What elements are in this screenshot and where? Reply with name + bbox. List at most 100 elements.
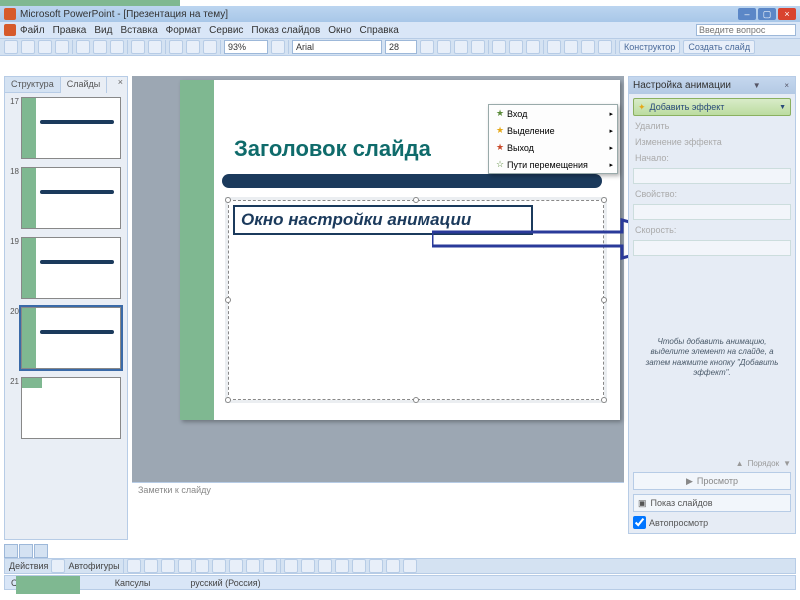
slide-body-placeholder[interactable]: Окно настройки анимации: [228, 200, 604, 400]
task-pane-dropdown-icon[interactable]: ▼: [751, 81, 763, 90]
slide-thumbnail[interactable]: [21, 97, 121, 159]
new-slide-button[interactable]: Создать слайд: [683, 40, 755, 54]
align-right-button[interactable]: [526, 40, 540, 54]
select-tool[interactable]: [51, 559, 65, 573]
shadow-button[interactable]: [471, 40, 485, 54]
slideshow-view-button[interactable]: [34, 544, 48, 558]
normal-view-button[interactable]: [4, 544, 18, 558]
picture-tool[interactable]: [263, 559, 277, 573]
font-color-button[interactable]: [598, 40, 612, 54]
slideshow-button[interactable]: ▣Показ слайдов: [633, 494, 791, 512]
window-maximize-button[interactable]: ▢: [758, 8, 776, 20]
help-button[interactable]: [271, 40, 285, 54]
slide-title[interactable]: Заголовок слайда: [234, 136, 431, 162]
cut-button[interactable]: [76, 40, 90, 54]
menu-slideshow[interactable]: Показ слайдов: [251, 25, 320, 36]
app-icon-small: [4, 24, 16, 36]
menu-format[interactable]: Формат: [166, 25, 202, 36]
task-pane-close-icon[interactable]: ×: [782, 81, 791, 90]
window-minimize-button[interactable]: –: [738, 8, 756, 20]
menu-tools[interactable]: Сервис: [209, 25, 243, 36]
tab-slides[interactable]: Слайды: [61, 77, 108, 93]
line-color-tool[interactable]: [301, 559, 315, 573]
zoom-combo[interactable]: 93%: [224, 40, 268, 54]
view-mode-bar: [4, 544, 64, 558]
menu-edit[interactable]: Правка: [53, 25, 87, 36]
task-pane-header[interactable]: Настройка анимации ▼ ×: [629, 77, 795, 94]
autoshapes-menu[interactable]: Автофигуры: [68, 561, 119, 571]
menu-help[interactable]: Справка: [360, 25, 399, 36]
body-text-frame[interactable]: Окно настройки анимации: [233, 205, 533, 235]
autopreview-checkbox[interactable]: Автопросмотр: [633, 516, 791, 529]
status-language: русский (Россия): [190, 578, 260, 588]
slide-thumbnail[interactable]: [21, 307, 121, 369]
arrow-tool[interactable]: [144, 559, 158, 573]
italic-button[interactable]: [437, 40, 451, 54]
oval-tool[interactable]: [178, 559, 192, 573]
textbox-tool[interactable]: [195, 559, 209, 573]
slide-thumbnail[interactable]: [21, 377, 121, 439]
redo-button[interactable]: [148, 40, 162, 54]
menu-window[interactable]: Окно: [328, 25, 351, 36]
new-button[interactable]: [4, 40, 18, 54]
bullets-button[interactable]: [547, 40, 561, 54]
designer-button[interactable]: Конструктор: [619, 40, 680, 54]
arrow-style-tool[interactable]: [369, 559, 383, 573]
dash-style-tool[interactable]: [352, 559, 366, 573]
play-button[interactable]: ▶ Просмотр: [633, 472, 791, 490]
open-button[interactable]: [21, 40, 35, 54]
effect-entrance-item[interactable]: ★Вход▸: [489, 105, 617, 122]
align-left-button[interactable]: [492, 40, 506, 54]
status-theme: Капсулы: [115, 578, 151, 588]
shadow-style-tool[interactable]: [386, 559, 400, 573]
effect-exit-item[interactable]: ★Выход▸: [489, 139, 617, 156]
diagram-tool[interactable]: [229, 559, 243, 573]
actions-menu[interactable]: Действия: [9, 561, 48, 571]
slide-thumbnail[interactable]: [21, 167, 121, 229]
menu-insert[interactable]: Вставка: [120, 25, 157, 36]
print-button[interactable]: [55, 40, 69, 54]
chart-button[interactable]: [186, 40, 200, 54]
slide-accent-strip: [180, 80, 214, 420]
slide-divider-shape[interactable]: [222, 174, 602, 188]
tab-outline[interactable]: Структура: [5, 77, 61, 93]
status-bar: Слайд 20 из 21 Капсулы русский (Россия): [4, 575, 796, 590]
underline-button[interactable]: [454, 40, 468, 54]
font-size-combo[interactable]: 28: [385, 40, 417, 54]
line-style-tool[interactable]: [335, 559, 349, 573]
slide-thumbnail[interactable]: [21, 237, 121, 299]
menu-file[interactable]: Файл: [20, 25, 45, 36]
thumb-number: 17: [7, 97, 21, 159]
bold-button[interactable]: [420, 40, 434, 54]
undo-button[interactable]: [131, 40, 145, 54]
speed-label: Скорость:: [633, 224, 791, 236]
line-tool[interactable]: [127, 559, 141, 573]
increase-font-button[interactable]: [564, 40, 578, 54]
rectangle-tool[interactable]: [161, 559, 175, 573]
font-color-tool[interactable]: [318, 559, 332, 573]
help-question-input[interactable]: [696, 24, 796, 36]
window-close-button[interactable]: ×: [778, 8, 796, 20]
3d-style-tool[interactable]: [403, 559, 417, 573]
menu-view[interactable]: Вид: [94, 25, 112, 36]
notes-pane[interactable]: Заметки к слайду: [132, 482, 624, 506]
align-center-button[interactable]: [509, 40, 523, 54]
sorter-view-button[interactable]: [19, 544, 33, 558]
hyperlink-button[interactable]: [203, 40, 217, 54]
copy-button[interactable]: [93, 40, 107, 54]
effect-emphasis-item[interactable]: ★Выделение▸: [489, 122, 617, 139]
wordart-tool[interactable]: [212, 559, 226, 573]
remove-effect-button: Удалить: [633, 120, 791, 132]
effect-motion-item[interactable]: ☆Пути перемещения▸: [489, 156, 617, 173]
paste-button[interactable]: [110, 40, 124, 54]
decrease-font-button[interactable]: [581, 40, 595, 54]
task-pane-title: Настройка анимации: [633, 80, 731, 91]
add-effect-button[interactable]: ✦Добавить эффект▼: [633, 98, 791, 116]
clipart-tool[interactable]: [246, 559, 260, 573]
fill-color-tool[interactable]: [284, 559, 298, 573]
close-panel-button[interactable]: ×: [114, 77, 127, 93]
thumb-number: 20: [7, 307, 21, 369]
font-combo[interactable]: Arial: [292, 40, 382, 54]
save-button[interactable]: [38, 40, 52, 54]
table-button[interactable]: [169, 40, 183, 54]
